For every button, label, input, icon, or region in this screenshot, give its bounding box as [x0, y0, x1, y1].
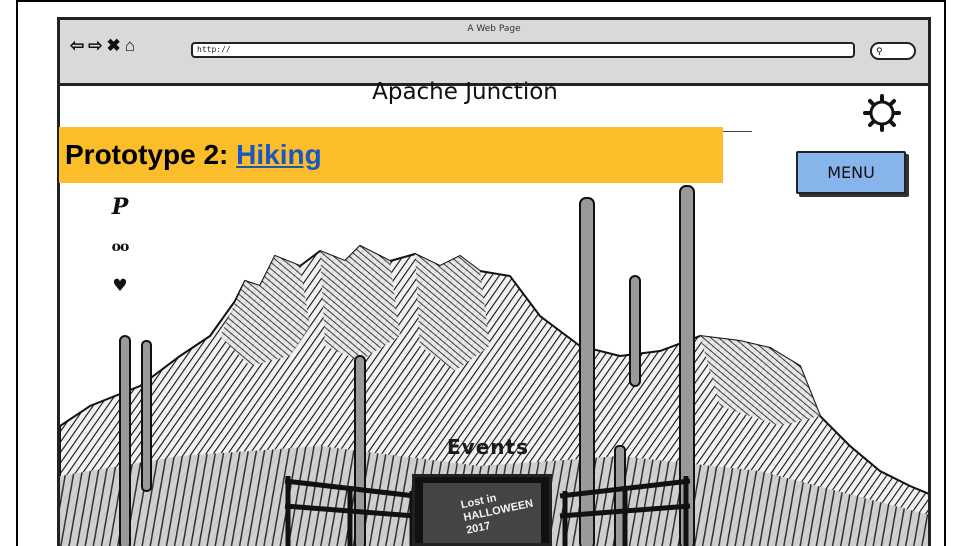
tripadvisor-glyph: oo: [111, 239, 130, 255]
pinterest-glyph: P: [111, 194, 129, 220]
banner-prefix: Prototype 2:: [65, 139, 237, 170]
poster-caption: Lost in HALLOWEEN 2017: [459, 492, 535, 537]
site-title: Apache Junction: [372, 79, 558, 105]
window-title: A Web Page: [467, 24, 521, 34]
frame-right-border: [944, 0, 946, 546]
url-input[interactable]: http://: [191, 42, 855, 58]
browser-toolbar: A Web Page ⇦ ⇨ ✖ ⌂ http:// ⚲: [60, 20, 928, 86]
menu-button[interactable]: MENU: [796, 151, 906, 194]
poster-image: Lost in HALLOWEEN 2017: [423, 483, 541, 543]
prototype-banner: Prototype 2: Hiking: [59, 127, 723, 183]
event-poster[interactable]: Lost in HALLOWEEN 2017: [412, 474, 552, 546]
twitter-icon[interactable]: ♥: [108, 276, 132, 296]
magnifier-icon: ⚲: [876, 46, 883, 56]
back-arrow-icon[interactable]: ⇦: [70, 36, 84, 56]
home-icon[interactable]: ⌂: [125, 36, 135, 56]
nav-controls: ⇦ ⇨ ✖ ⌂: [70, 36, 135, 56]
forward-arrow-icon[interactable]: ⇨: [88, 36, 102, 56]
hiking-link[interactable]: Hiking: [236, 139, 322, 170]
frame-top-border: [16, 0, 946, 2]
close-icon[interactable]: ✖: [107, 36, 121, 56]
twitter-glyph: ♥: [112, 276, 128, 296]
browser-search-button[interactable]: ⚲: [870, 42, 916, 60]
gear-icon[interactable]: [862, 93, 902, 133]
frame-left-border: [16, 0, 18, 546]
tripadvisor-icon[interactable]: oo: [108, 239, 132, 255]
pinterest-icon[interactable]: P: [108, 194, 132, 220]
events-heading: Events: [447, 435, 529, 459]
